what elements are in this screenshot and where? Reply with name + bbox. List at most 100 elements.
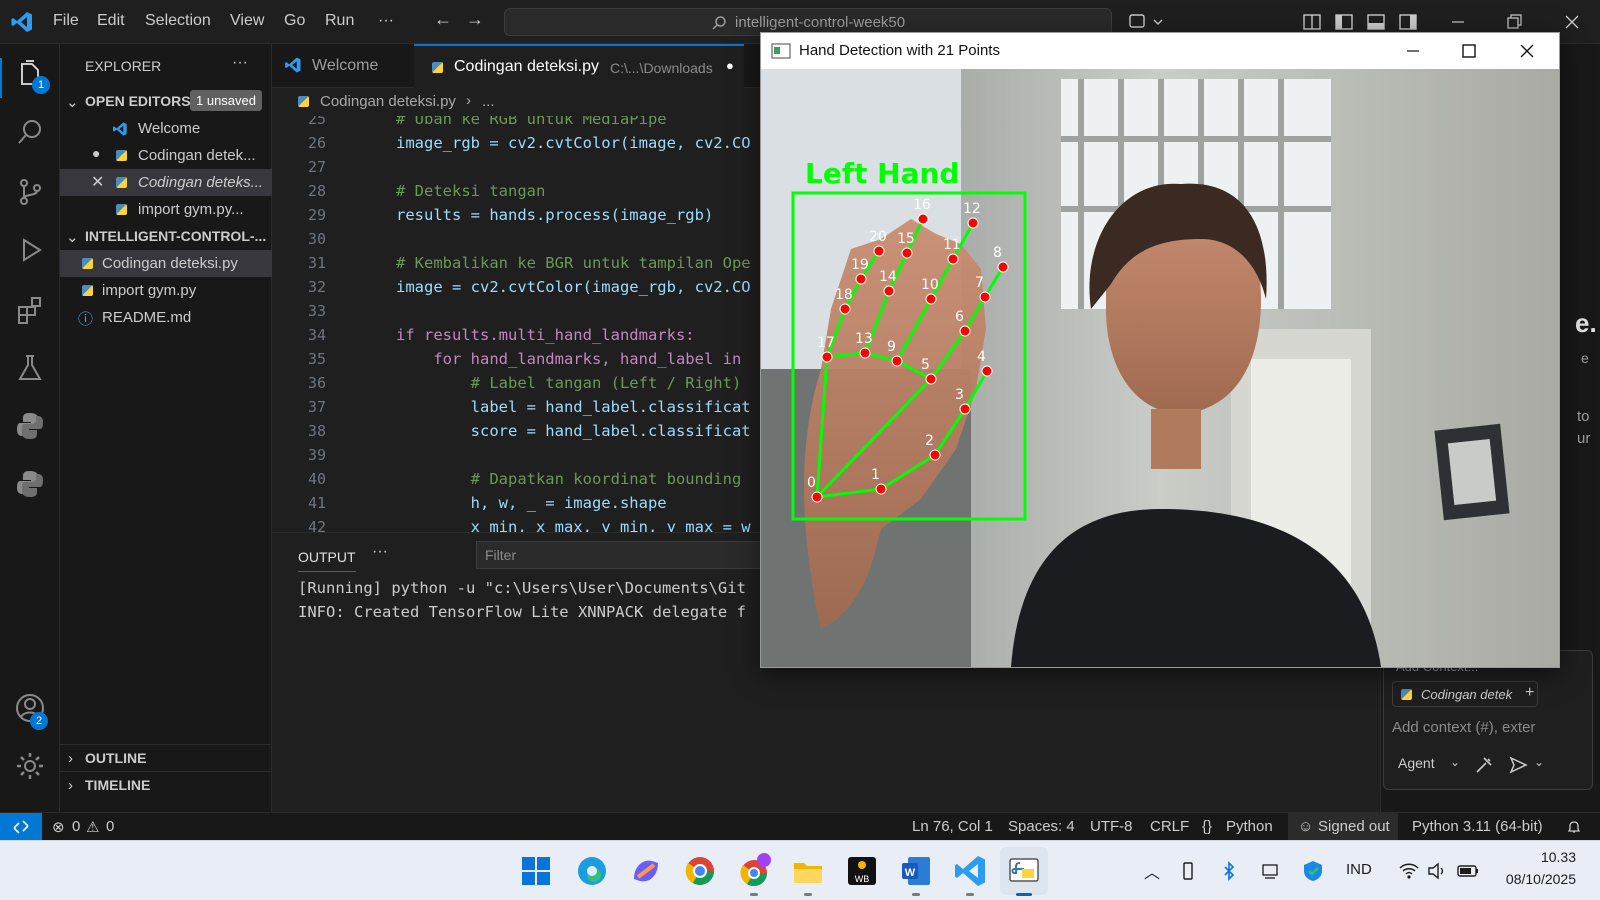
copilot-app-icon[interactable] [626, 851, 666, 891]
cursor-position[interactable]: Ln 76, Col 1 [912, 818, 993, 835]
wifi-icon[interactable] [1398, 861, 1420, 881]
encoding[interactable]: UTF-8 [1090, 818, 1133, 835]
vscode-taskbar-icon[interactable] [950, 851, 990, 891]
close-icon[interactable] [1519, 43, 1535, 59]
errors-icon[interactable]: ⊗ [52, 818, 65, 836]
bluetooth-icon[interactable] [1222, 861, 1236, 881]
tab-welcome[interactable]: Welcome [272, 44, 414, 88]
menu-edit[interactable]: Edit [97, 12, 125, 30]
back-arrow-icon[interactable]: ← [434, 9, 452, 30]
toggle-sidebar-icon[interactable] [1334, 12, 1354, 32]
forward-arrow-icon[interactable]: → [466, 9, 484, 30]
breadcrumb-symbol[interactable]: ... [482, 93, 495, 110]
warnings-count[interactable]: 0 [106, 818, 114, 835]
svg-text:WB: WB [855, 874, 870, 884]
clock-time[interactable]: 10.33 [1510, 849, 1576, 865]
explorer-more-button[interactable]: ··· [232, 54, 248, 72]
volume-icon[interactable] [1426, 861, 1448, 881]
notification-center-icon[interactable] [1260, 861, 1280, 881]
python-interpreter[interactable]: Python 3.11 (64-bit) [1412, 818, 1543, 835]
errors-count[interactable]: 0 [72, 818, 80, 835]
restore-icon[interactable] [1504, 12, 1524, 32]
menu-view[interactable]: View [230, 12, 264, 30]
tools-icon[interactable] [1474, 755, 1494, 775]
settings-gear-icon[interactable] [14, 750, 46, 782]
input-language[interactable]: IND [1346, 861, 1372, 878]
agent-mode-dropdown[interactable]: Agent [1398, 755, 1435, 771]
chat-input-placeholder[interactable]: Add context (#), exter [1392, 719, 1535, 736]
hand-detection-window[interactable]: Hand Detection with 21 Points Left Hand … [760, 32, 1560, 668]
source-control-icon[interactable] [14, 176, 46, 208]
copilot-icon[interactable] [1128, 12, 1164, 32]
indentation[interactable]: Spaces: 4 [1008, 818, 1075, 835]
extensions-icon[interactable] [14, 294, 46, 326]
testing-flask-icon[interactable] [14, 352, 46, 384]
run-debug-icon[interactable] [14, 234, 46, 266]
warning-icon[interactable]: ⚠ [86, 818, 99, 836]
minimize-icon[interactable] [1448, 12, 1468, 32]
edge-browser-icon[interactable] [572, 851, 612, 891]
chrome-profile-icon[interactable] [734, 851, 774, 891]
open-editors-header[interactable]: ⌄ OPEN EDITORS 1 unsaved [60, 88, 272, 115]
camera-frame-image: Left Hand0 123456789101112131415161718192… [761, 69, 1559, 667]
remote-indicator[interactable] [0, 813, 42, 841]
chevron-up-icon[interactable]: ︿ [1144, 859, 1160, 883]
menu-more[interactable]: ··· [378, 12, 394, 30]
chat-input-box[interactable]: Add Context... Codingan detek + Add cont… [1383, 650, 1593, 790]
python-opencv-window-icon[interactable] [1004, 851, 1044, 891]
wb-app-icon[interactable]: WB [842, 851, 882, 891]
menu-selection[interactable]: Selection [145, 12, 211, 30]
timeline-section[interactable]: › TIMELINE [60, 771, 272, 798]
file-codingan-deteksi[interactable]: Codingan deteksi.py [60, 250, 272, 277]
end-of-line[interactable]: CRLF [1150, 818, 1189, 835]
remote-icon [13, 820, 29, 834]
menu-go[interactable]: Go [284, 12, 305, 30]
python-environments-icon[interactable] [14, 468, 46, 500]
file-explorer-icon[interactable] [788, 851, 828, 891]
open-editor-codingan-2[interactable]: ✕ Codingan deteks... [60, 169, 272, 196]
security-shield-icon[interactable] [1302, 859, 1324, 883]
folder-header[interactable]: ⌄ INTELLIGENT-CONTROL-... [60, 223, 272, 250]
landmark-index-label: 1 [871, 467, 880, 483]
open-editor-codingan-1[interactable]: ● Codingan detek... [60, 142, 272, 169]
close-icon[interactable] [1562, 12, 1582, 32]
panel-more-button[interactable]: ··· [372, 543, 388, 561]
toggle-panel-icon[interactable] [1366, 12, 1386, 32]
minimize-icon[interactable] [1405, 43, 1421, 59]
unsaved-dot-icon[interactable]: ● [726, 58, 734, 73]
customize-layout-icon[interactable] [1302, 12, 1322, 32]
code-editor[interactable]: 25 26 27 28 29 30 31 32 33 34 35 36 37 3… [272, 116, 760, 532]
file-readme[interactable]: ⓘ README.md [60, 304, 272, 331]
close-editor-icon[interactable]: ✕ [91, 172, 104, 192]
clock-date[interactable]: 08/10/2025 [1498, 871, 1576, 887]
maximize-icon[interactable] [1461, 43, 1477, 59]
workspace-name: intelligent-control-week50 [735, 14, 906, 31]
battery-icon[interactable] [1456, 861, 1480, 881]
language-mode[interactable]: Python [1226, 818, 1273, 835]
outline-section[interactable]: › OUTLINE [60, 744, 272, 771]
tab-output[interactable]: OUTPUT [298, 549, 356, 572]
chrome-icon[interactable] [680, 851, 720, 891]
context-chip[interactable]: Codingan detek + [1392, 681, 1538, 707]
send-icon[interactable] [1508, 755, 1528, 775]
file-import-gym[interactable]: import gym.py [60, 277, 272, 304]
windows-start-icon[interactable] [516, 851, 556, 891]
open-editor-welcome[interactable]: Welcome [60, 115, 272, 142]
breadcrumb-file[interactable]: Codingan deteksi.py [320, 93, 456, 110]
filter-input[interactable]: Filter [476, 541, 766, 569]
hand-detection-titlebar[interactable]: Hand Detection with 21 Points [761, 33, 1559, 69]
python-icon[interactable] [14, 410, 46, 442]
toggle-secondary-sidebar-icon[interactable] [1398, 12, 1418, 32]
chevron-down-icon[interactable]: ⌄ [1534, 755, 1544, 769]
menu-run[interactable]: Run [325, 12, 354, 30]
search-icon[interactable] [14, 116, 46, 148]
line-number: 39 [307, 446, 326, 464]
word-icon[interactable]: W [896, 851, 936, 891]
usb-drive-icon[interactable] [1180, 861, 1196, 881]
signed-out-indicator[interactable]: ☺ Signed out [1288, 813, 1398, 841]
menu-file[interactable]: File [53, 12, 79, 30]
tab-codingan-deteksi[interactable]: Codingan deteksi.py C:\...\Downloads ● [414, 44, 744, 88]
open-editor-import-gym[interactable]: import gym.py... [60, 196, 272, 223]
notifications-bell-icon[interactable] [1566, 819, 1582, 835]
plus-icon[interactable]: + [1525, 684, 1534, 702]
